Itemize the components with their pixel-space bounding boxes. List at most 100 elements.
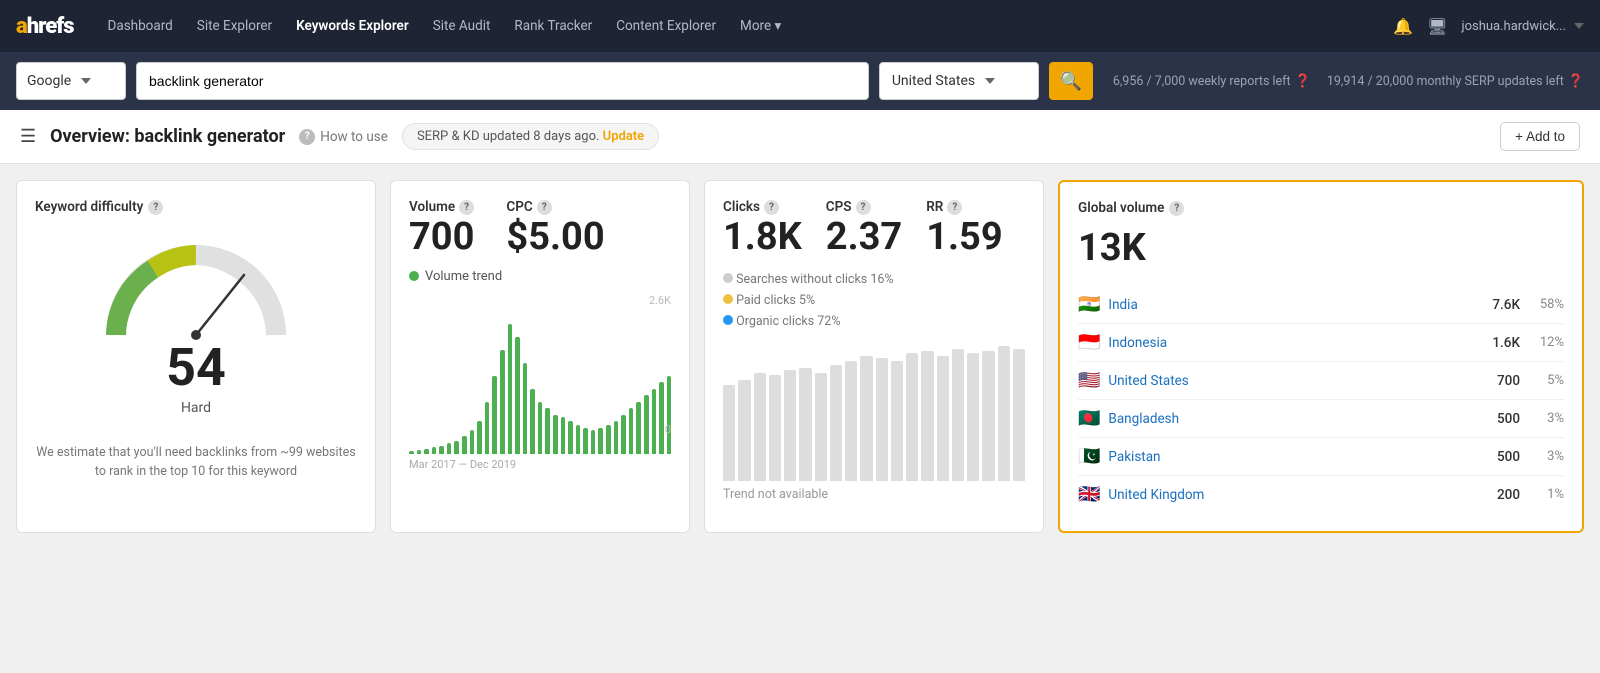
clicks-bar[interactable] bbox=[891, 361, 903, 481]
country-name[interactable]: United Kingdom bbox=[1108, 487, 1472, 503]
country-name[interactable]: India bbox=[1108, 297, 1472, 313]
volume-bar[interactable] bbox=[545, 408, 550, 454]
country-name[interactable]: United States bbox=[1108, 373, 1472, 389]
volume-bar[interactable] bbox=[485, 402, 490, 454]
volume-bar[interactable] bbox=[583, 428, 588, 454]
engine-select[interactable]: Google bbox=[16, 62, 126, 100]
volume-bar[interactable] bbox=[523, 363, 528, 454]
volume-bar[interactable] bbox=[568, 421, 573, 454]
nav-keywords-explorer[interactable]: Keywords Explorer bbox=[286, 12, 419, 40]
country-percent: 3% bbox=[1528, 411, 1564, 426]
volume-bar[interactable] bbox=[447, 443, 452, 453]
volume-bar[interactable] bbox=[432, 447, 437, 454]
clicks-bar[interactable] bbox=[982, 351, 994, 481]
country-volume: 700 bbox=[1480, 373, 1520, 389]
hamburger-icon[interactable]: ☰ bbox=[20, 126, 36, 147]
rr-help-icon[interactable]: ? bbox=[947, 200, 962, 215]
weekly-reports-help-icon[interactable]: ❓ bbox=[1295, 74, 1311, 89]
volume-bar[interactable] bbox=[508, 324, 513, 454]
volume-bar[interactable] bbox=[477, 421, 482, 454]
clicks-bar[interactable] bbox=[723, 385, 735, 481]
volume-bar[interactable] bbox=[492, 376, 497, 454]
volume-bar[interactable] bbox=[500, 350, 505, 454]
clicks-metric: Clicks ? 1.8K bbox=[723, 199, 802, 259]
volume-bar[interactable] bbox=[462, 436, 467, 454]
nav-dashboard[interactable]: Dashboard bbox=[98, 12, 183, 40]
add-to-button[interactable]: + Add to bbox=[1500, 122, 1580, 151]
clicks-bar[interactable] bbox=[921, 351, 933, 481]
volume-bar[interactable] bbox=[439, 446, 444, 454]
notification-icon[interactable]: 🔔 bbox=[1393, 17, 1413, 36]
volume-bar[interactable] bbox=[561, 417, 566, 453]
volume-bar[interactable] bbox=[652, 389, 657, 454]
volume-bar[interactable] bbox=[659, 382, 664, 454]
country-percent: 5% bbox=[1528, 373, 1564, 388]
nav-site-explorer[interactable]: Site Explorer bbox=[187, 12, 282, 40]
country-name[interactable]: Indonesia bbox=[1108, 335, 1472, 351]
kd-note: We estimate that you'll need backlinks f… bbox=[35, 444, 357, 482]
clicks-bar[interactable] bbox=[967, 353, 979, 480]
global-card-label: Global volume ? bbox=[1078, 200, 1564, 216]
country-row: 🇮🇩 Indonesia 1.6K 12% bbox=[1078, 324, 1564, 362]
clicks-bar[interactable] bbox=[769, 375, 781, 481]
clicks-label-text: Clicks bbox=[723, 199, 760, 215]
clicks-bar[interactable] bbox=[876, 358, 888, 480]
volume-bar[interactable] bbox=[515, 337, 520, 454]
global-help-icon[interactable]: ? bbox=[1169, 201, 1184, 216]
volume-bar[interactable] bbox=[454, 441, 459, 454]
clicks-help-icon[interactable]: ? bbox=[764, 200, 779, 215]
clicks-bar[interactable] bbox=[799, 368, 811, 481]
volume-help-icon[interactable]: ? bbox=[459, 200, 474, 215]
update-link[interactable]: Update bbox=[603, 129, 645, 144]
keyword-input[interactable] bbox=[136, 62, 869, 100]
volume-bar[interactable] bbox=[538, 402, 543, 454]
clicks-bar[interactable] bbox=[754, 373, 766, 481]
clicks-bar[interactable] bbox=[1013, 349, 1025, 481]
clicks-bar[interactable] bbox=[998, 346, 1010, 480]
logo[interactable]: ahrefs bbox=[16, 14, 74, 39]
clicks-bar[interactable] bbox=[937, 356, 949, 481]
cps-help-icon[interactable]: ? bbox=[856, 200, 871, 215]
country-name[interactable]: Pakistan bbox=[1108, 449, 1472, 465]
clicks-bar[interactable] bbox=[815, 373, 827, 481]
clicks-bar[interactable] bbox=[952, 349, 964, 481]
volume-bar[interactable] bbox=[553, 415, 558, 454]
volume-bar[interactable] bbox=[644, 395, 649, 454]
volume-bar[interactable] bbox=[576, 425, 581, 454]
country-name[interactable]: Bangladesh bbox=[1108, 411, 1472, 427]
cpc-help-icon[interactable]: ? bbox=[537, 200, 552, 215]
volume-bar[interactable] bbox=[667, 376, 672, 454]
clicks-bar[interactable] bbox=[784, 370, 796, 480]
monitor-icon[interactable]: 🖥 bbox=[1427, 17, 1447, 36]
volume-bar[interactable] bbox=[614, 421, 619, 454]
volume-bar[interactable] bbox=[424, 449, 429, 454]
volume-bar[interactable] bbox=[598, 428, 603, 454]
volume-label: Volume ? bbox=[409, 199, 474, 215]
volume-bar[interactable] bbox=[409, 451, 414, 454]
nav-content-explorer[interactable]: Content Explorer bbox=[606, 12, 726, 40]
volume-bar[interactable] bbox=[621, 415, 626, 454]
volume-bar[interactable] bbox=[636, 402, 641, 454]
volume-bar[interactable] bbox=[629, 408, 634, 454]
nav-rank-tracker[interactable]: Rank Tracker bbox=[504, 12, 602, 40]
monthly-serp-help-icon[interactable]: ❓ bbox=[1568, 74, 1584, 89]
country-select[interactable]: United States bbox=[879, 62, 1039, 100]
clicks-bar[interactable] bbox=[738, 380, 750, 481]
nav-more[interactable]: More ▾ bbox=[730, 12, 791, 40]
clicks-bar[interactable] bbox=[845, 361, 857, 481]
search-button[interactable]: 🔍 bbox=[1049, 62, 1093, 100]
engine-dropdown-icon bbox=[81, 78, 91, 84]
volume-bar[interactable] bbox=[470, 430, 475, 453]
clicks-bar[interactable] bbox=[830, 365, 842, 480]
clicks-bar[interactable] bbox=[860, 356, 872, 481]
kd-help-icon[interactable]: ? bbox=[148, 200, 163, 215]
kd-difficulty-label: Hard bbox=[181, 400, 211, 416]
volume-bar[interactable] bbox=[591, 430, 596, 453]
volume-bar[interactable] bbox=[530, 389, 535, 454]
how-to-use[interactable]: ? How to use bbox=[299, 129, 388, 145]
volume-bar[interactable] bbox=[417, 450, 422, 454]
volume-bar[interactable] bbox=[606, 425, 611, 454]
user-menu[interactable]: joshua.hardwick... bbox=[1461, 19, 1584, 34]
clicks-bar[interactable] bbox=[906, 353, 918, 480]
nav-site-audit[interactable]: Site Audit bbox=[423, 12, 501, 40]
